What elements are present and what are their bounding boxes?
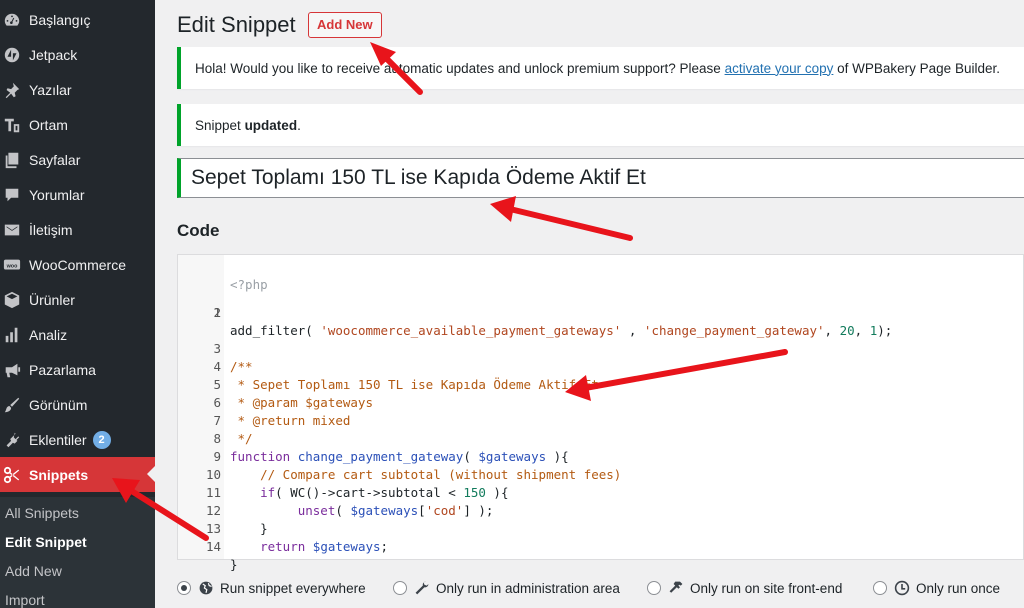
wrench-icon	[415, 581, 429, 595]
admin-sidebar: Başlangıç Jetpack Yazılar Ortam Sayfalar…	[0, 0, 155, 608]
globe-icon	[199, 581, 213, 595]
woo-icon: woo	[2, 255, 22, 275]
snippet-title-input[interactable]: Sepet Toplamı 150 TL ise Kapıda Ödeme Ak…	[177, 158, 1024, 198]
svg-text:woo: woo	[6, 263, 18, 269]
scope-label: Only run in administration area	[436, 580, 620, 596]
sidebar-item-label: Yorumlar	[29, 186, 85, 203]
code-line: 11 unset( $gateways['cod'] );	[205, 485, 494, 518]
sidebar-item-label: Ortam	[29, 116, 68, 133]
radio-button[interactable]	[647, 581, 661, 595]
page-title: Edit Snippet	[177, 12, 296, 37]
sidebar-item-contact[interactable]: İletişim	[0, 212, 155, 247]
sidebar-item-products[interactable]: Ürünler	[0, 282, 155, 317]
scope-label: Only run on site front-end	[690, 580, 843, 596]
update-count-badge: 2	[92, 430, 111, 449]
sidebar-item-label: Eklentiler	[29, 431, 87, 448]
sidebar-item-label: Pazarlama	[29, 361, 96, 378]
clock-icon	[894, 580, 910, 596]
scope-label: Run snippet everywhere	[220, 580, 366, 596]
scope-label: Only run once	[916, 580, 1001, 596]
megaphone-icon	[2, 360, 22, 380]
submenu-edit-snippet[interactable]: Edit Snippet	[5, 534, 87, 550]
sidebar-item-media[interactable]: Ortam	[0, 107, 155, 142]
code-line: 14 }	[205, 539, 238, 572]
sidebar-item-label: İletişim	[29, 221, 73, 238]
jetpack-icon	[2, 45, 22, 65]
code-line: 6 * @return mixed	[213, 395, 351, 428]
scope-once-option[interactable]: Only run once	[873, 576, 1000, 600]
sidebar-item-label: Görünüm	[29, 396, 88, 413]
sidebar-item-label: WooCommerce	[29, 256, 126, 273]
sidebar-item-label: Analiz	[29, 326, 68, 343]
chart-icon	[2, 325, 22, 345]
sidebar-item-analytics[interactable]: Analiz	[0, 317, 155, 352]
sidebar-item-woocommerce[interactable]: woo WooCommerce	[0, 247, 155, 282]
notice-text-end: of WPBakery Page Builder.	[837, 60, 1000, 76]
code-line: 10 if( WC()->cart->subtotal < 150 ){	[205, 467, 509, 500]
submenu-all-snippets[interactable]: All Snippets	[5, 505, 79, 521]
snippet-title-value: Sepet Toplamı 150 TL ise Kapıda Ödeme Ak…	[191, 166, 646, 189]
main-content: Edit Snippet Add New Hola! Would you lik…	[155, 0, 1024, 608]
brush-icon	[2, 395, 22, 415]
code-editor[interactable]: <?php 1 add_filter( 'woocommerce_availab…	[177, 254, 1024, 572]
scissors-icon	[2, 465, 22, 485]
submenu-add-new[interactable]: Add New	[5, 563, 62, 579]
box-icon	[2, 290, 22, 310]
sidebar-item-label: Başlangıç	[29, 11, 91, 28]
radio-button[interactable]	[873, 581, 887, 595]
sidebar-item-appearance[interactable]: Görünüm	[0, 387, 155, 422]
scope-admin-option[interactable]: Only run in administration area	[393, 576, 620, 600]
code-line: 4 * Sepet Toplamı 150 TL ise Kapıda Ödem…	[213, 359, 599, 392]
hammer-icon	[669, 581, 683, 593]
sidebar-item-label: Snippets	[29, 466, 89, 483]
code-line: 1 add_filter( 'woocommerce_available_pay…	[213, 305, 893, 338]
notice-text: Hola! Would you like to receive automati…	[195, 60, 721, 76]
add-new-button[interactable]: Add New	[308, 12, 382, 38]
code-line: 9 // Compare cart subtotal (without ship…	[213, 449, 622, 482]
sidebar-item-posts[interactable]: Yazılar	[0, 72, 155, 107]
activate-copy-link[interactable]: activate your copy	[725, 61, 834, 76]
php-open-tag: <?php	[230, 277, 268, 292]
scope-everywhere-option[interactable]: Run snippet everywhere	[177, 576, 366, 600]
code-line: 8 function change_payment_gateway( $gate…	[213, 431, 569, 464]
sidebar-item-marketing[interactable]: Pazarlama	[0, 352, 155, 387]
media-icon	[2, 115, 22, 135]
code-line: 12 }	[205, 503, 268, 536]
sidebar-item-plugins[interactable]: Eklentiler 2	[0, 422, 155, 457]
sidebar-item-label: Jetpack	[29, 46, 78, 63]
pin-icon	[2, 80, 22, 100]
comments-icon	[2, 185, 22, 205]
scope-frontend-option[interactable]: Only run on site front-end	[647, 576, 842, 600]
sidebar-item-jetpack[interactable]: Jetpack	[0, 37, 155, 72]
sidebar-item-comments[interactable]: Yorumlar	[0, 177, 155, 212]
radio-button[interactable]	[393, 581, 407, 595]
mail-icon	[2, 220, 22, 240]
sidebar-item-label: Ürünler	[29, 291, 75, 308]
snippets-submenu: All Snippets Edit Snippet Add New Import	[0, 497, 155, 608]
code-heading: Code	[177, 221, 220, 240]
notice-period: .	[297, 117, 301, 133]
snippet-scope-options: Run snippet everywhere Only run in admin…	[177, 576, 1024, 600]
sidebar-item-label: Sayfalar	[29, 151, 81, 168]
radio-button[interactable]	[177, 581, 191, 595]
sidebar-item-label: Yazılar	[29, 81, 72, 98]
dashboard-icon	[2, 10, 22, 30]
sidebar-item-pages[interactable]: Sayfalar	[0, 142, 155, 177]
pages-icon	[2, 150, 22, 170]
plugin-icon	[2, 430, 22, 450]
notice-text: Snippet	[195, 117, 241, 133]
code-line: 3 /**	[213, 341, 253, 374]
code-line: 7 */	[213, 413, 253, 446]
updated-notice: Snippet updated.	[177, 104, 1024, 146]
wpbakery-notice: Hola! Would you like to receive automati…	[177, 47, 1024, 89]
code-line: 13 return $gateways;	[205, 521, 389, 554]
code-line: 5 * @param $gateways	[213, 377, 373, 410]
notice-status: updated	[244, 117, 298, 133]
sidebar-item-dashboard[interactable]: Başlangıç	[0, 2, 155, 37]
sidebar-item-snippets[interactable]: Snippets	[0, 457, 155, 492]
submenu-import[interactable]: Import	[5, 592, 45, 608]
